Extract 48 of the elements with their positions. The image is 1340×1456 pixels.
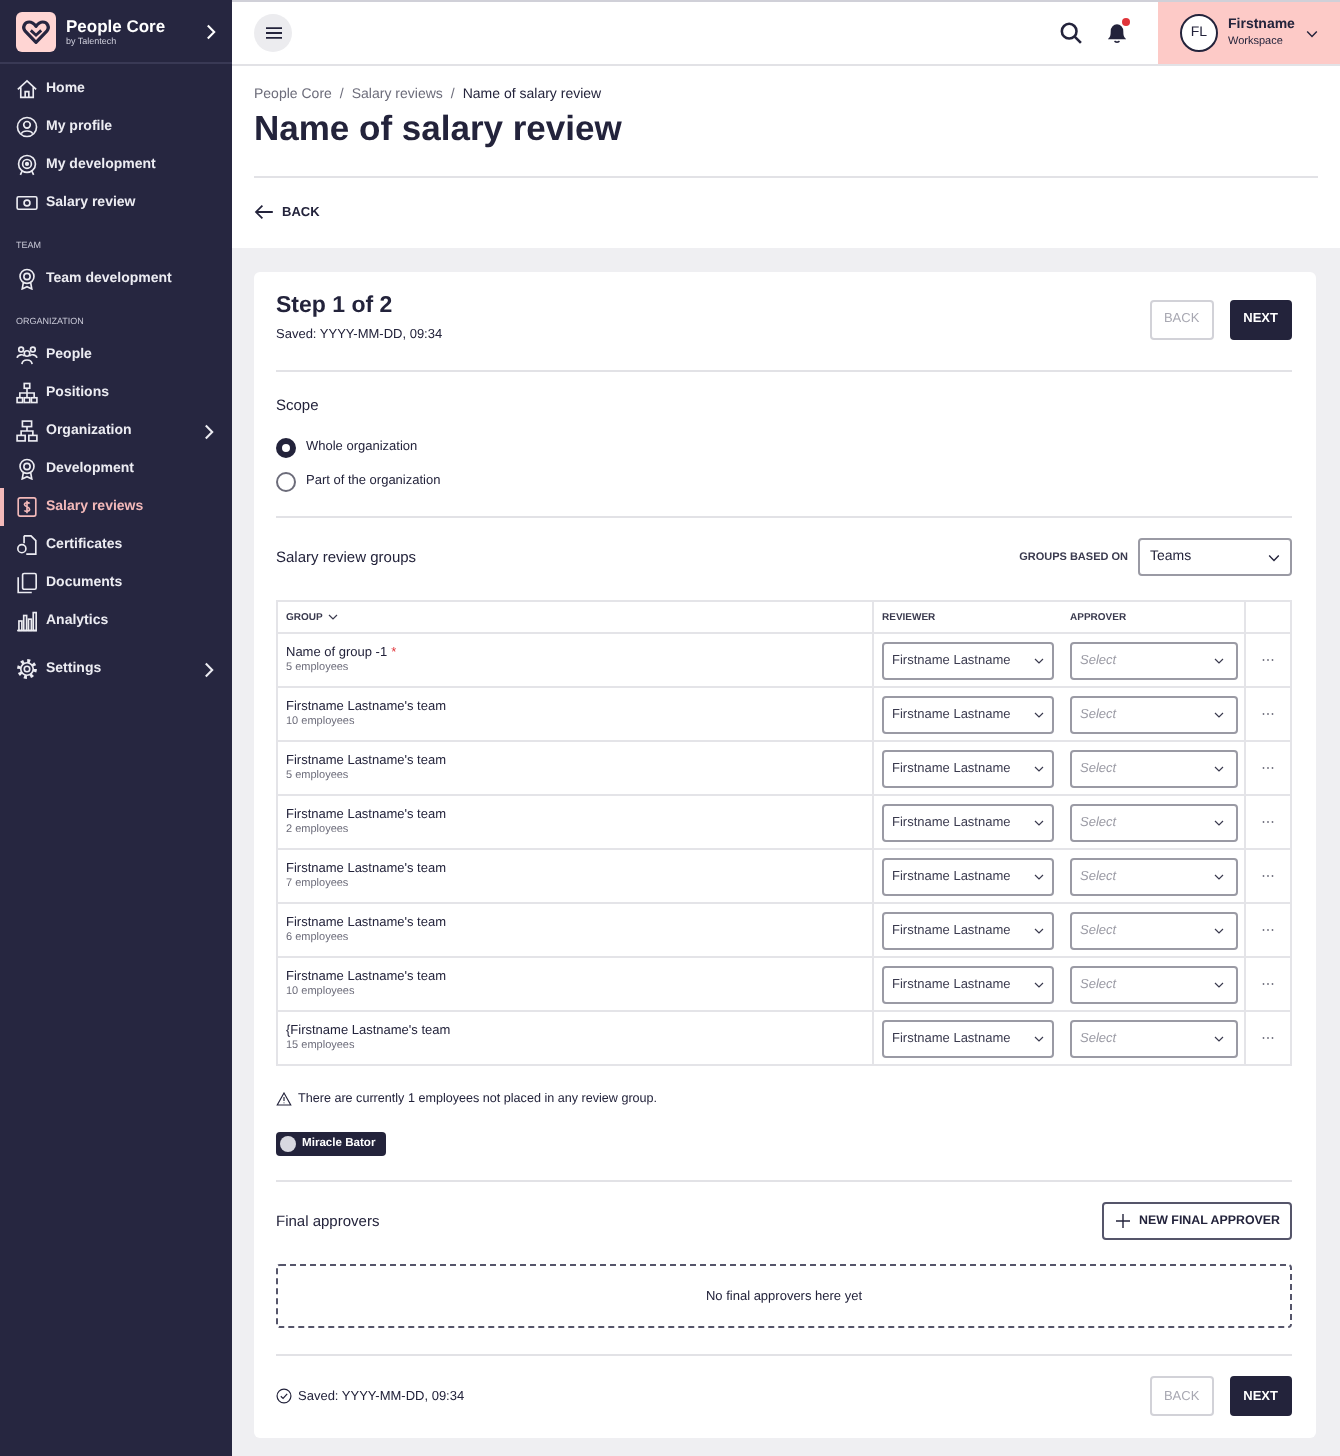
- chevron-down-icon: [1268, 553, 1280, 561]
- person-icon: [16, 116, 38, 138]
- hierarchy-icon: [16, 382, 38, 404]
- chevron-down-icon: [1034, 711, 1044, 717]
- certificate-icon: [16, 534, 38, 556]
- chevron-down-icon: [1034, 927, 1044, 933]
- chevron-down-icon: [1034, 1035, 1044, 1041]
- banknote-icon: [16, 192, 38, 214]
- chevron-right-icon[interactable]: [206, 23, 216, 39]
- chevron-down-icon: [1034, 765, 1044, 771]
- menu-icon: [265, 26, 281, 40]
- heart-logo-icon: [16, 11, 56, 51]
- radio-button[interactable]: [276, 437, 296, 457]
- chevron-down-icon: [1214, 1035, 1224, 1041]
- target-icon: [16, 154, 38, 176]
- brand-name: People Core: [66, 15, 166, 35]
- menu-button[interactable]: [254, 14, 292, 52]
- chevron-down-icon: [1214, 927, 1224, 933]
- medal-icon: [16, 268, 38, 290]
- org-chart-icon: [16, 420, 38, 442]
- page-title: Name of salary review: [254, 108, 624, 150]
- arrow-left-icon: [254, 204, 274, 220]
- chevron-down-icon: [1214, 819, 1224, 825]
- radio-button[interactable]: [276, 471, 296, 491]
- people-icon: [16, 344, 38, 366]
- chevron-down-icon: [1214, 711, 1224, 717]
- plus-icon: [1115, 1214, 1130, 1228]
- settings-icon: [16, 658, 38, 680]
- warning-icon: [276, 1091, 292, 1105]
- documents-icon: [16, 572, 38, 594]
- bar-chart-icon: [16, 610, 38, 632]
- search-icon[interactable]: [1060, 22, 1082, 44]
- check-circle-icon: [276, 1388, 292, 1404]
- medal-icon: [16, 458, 38, 480]
- chevron-down-icon: [1214, 981, 1224, 987]
- chevron-down-icon: [1214, 765, 1224, 771]
- chevron-down-icon: [1306, 29, 1318, 37]
- home-icon: [16, 78, 38, 100]
- chevron-down-icon: [1034, 819, 1044, 825]
- chevron-down-icon: [1034, 981, 1044, 987]
- dollar-document-icon: [16, 496, 38, 518]
- step-title: Step 1 of 2: [276, 294, 395, 320]
- bell-icon[interactable]: [1108, 22, 1126, 44]
- chevron-down-icon: [1034, 657, 1044, 663]
- chevron-down-icon: [1214, 873, 1224, 879]
- chevron-down-icon: [1034, 873, 1044, 879]
- avatar-icon: [280, 1136, 296, 1152]
- chevron-down-icon: [1214, 657, 1224, 663]
